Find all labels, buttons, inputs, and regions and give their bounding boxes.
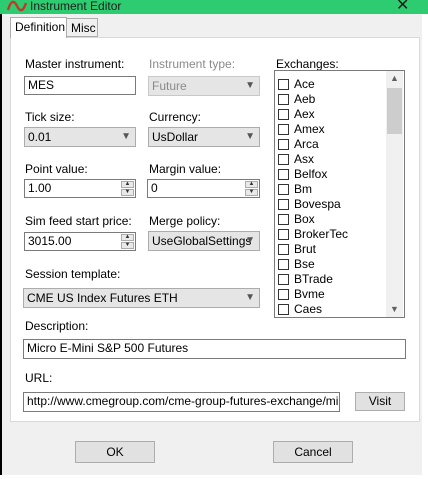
merge-policy-label: Merge policy: [149,214,221,228]
tick-size-label: Tick size: [25,110,75,124]
checkbox[interactable] [278,304,289,315]
point-value-stepper[interactable]: 1.00 ▲ ▼ [24,179,136,198]
exchange-item[interactable]: Amex [278,122,325,137]
session-template-label: Session template: [25,267,121,281]
margin-value-value: 0 [151,181,158,195]
merge-policy-value: UseGlobalSettings [152,234,252,248]
scroll-down-icon[interactable]: ▼ [386,302,403,317]
exchange-item[interactable]: Bse [278,257,315,272]
exchange-item[interactable]: Asx [278,152,314,167]
tick-size-select[interactable]: 0.01 ▼ [24,127,136,147]
bottom-margin [0,475,428,479]
checkbox[interactable] [278,169,289,180]
checkbox[interactable] [278,79,289,90]
chevron-down-icon: ▼ [245,131,255,142]
window-title: Instrument Editor [30,0,122,13]
tab-misc[interactable]: Misc [66,18,98,37]
sim-feed-start-price-value: 3015.00 [28,234,72,248]
checkbox[interactable] [278,229,289,240]
scroll-up-icon[interactable]: ▲ [386,71,403,86]
checkbox[interactable] [278,184,289,195]
cancel-button[interactable]: Cancel [273,441,353,463]
scrollbar-thumb[interactable] [387,88,402,134]
exchange-item[interactable]: Aeb [278,92,315,107]
checkbox[interactable] [278,214,289,225]
chevron-down-icon: ▼ [245,292,255,303]
checkbox[interactable] [278,244,289,255]
description-label: Description: [25,319,89,333]
description-input[interactable]: Micro E-Mini S&P 500 Futures [23,339,406,359]
instrument-type-select: Future ▼ [148,76,260,96]
exchange-item[interactable]: Ace [278,77,315,92]
margin-value-label: Margin value: [149,162,222,176]
exchange-item[interactable]: Aex [278,107,315,122]
checkbox[interactable] [278,124,289,135]
url-label: URL: [25,371,53,385]
increment-icon[interactable]: ▲ [121,234,134,241]
exchange-item[interactable]: Arca [278,137,319,152]
session-template-select[interactable]: CME US Index Futures ETH ▼ [23,288,260,308]
checkbox[interactable] [278,199,289,210]
checkbox[interactable] [278,109,289,120]
checkbox[interactable] [278,259,289,270]
exchange-item[interactable]: Bm [278,182,312,197]
increment-icon[interactable]: ▲ [245,181,258,188]
instrument-type-value: Future [152,79,187,93]
sim-feed-start-price-label: Sim feed start price: [25,214,132,228]
chevron-down-icon: ▼ [121,131,131,142]
point-value-label: Point value: [25,162,88,176]
decrement-icon[interactable]: ▼ [121,189,134,196]
margin-value-stepper[interactable]: 0 ▲ ▼ [147,179,260,198]
checkbox[interactable] [278,139,289,150]
checkbox[interactable] [278,274,289,285]
close-icon[interactable]: ✕ [396,0,409,14]
url-input[interactable]: http://www.cmegroup.com/cme-group-future… [23,392,340,412]
instrument-type-label: Instrument type: [149,57,236,71]
currency-label: Currency: [149,110,202,124]
decrement-icon[interactable]: ▼ [245,189,258,196]
exchange-item[interactable]: Brut [278,242,316,257]
decrement-icon[interactable]: ▼ [121,242,134,249]
exchanges-label: Exchanges: [276,57,339,71]
currency-value: UsDollar [152,130,199,144]
increment-icon[interactable]: ▲ [121,181,134,188]
master-instrument-label: Master instrument: [25,57,125,71]
session-template-value: CME US Index Futures ETH [27,291,178,305]
visit-button[interactable]: Visit [355,392,405,411]
exchange-item[interactable]: BrokerTec [278,227,348,242]
checkbox[interactable] [278,94,289,105]
checkbox[interactable] [278,154,289,165]
exchange-item[interactable]: Box [278,212,315,227]
sim-feed-start-price-stepper[interactable]: 3015.00 ▲ ▼ [24,232,136,251]
exchange-item[interactable]: Belfox [278,167,327,182]
exchanges-scrollbar[interactable]: ▲ ▼ [386,71,403,317]
checkbox[interactable] [278,289,289,300]
right-margin [422,14,428,479]
point-value-value: 1.00 [28,181,52,195]
exchange-item[interactable]: Bovespa [278,197,341,212]
exchange-item[interactable]: Bvme [278,287,325,302]
tick-size-value: 0.01 [28,130,52,144]
ok-button[interactable]: OK [75,441,155,463]
exchange-item[interactable]: BTrade [278,272,333,287]
tab-definition[interactable]: Definition [10,17,67,38]
master-instrument-input[interactable]: MES [24,76,136,95]
chevron-down-icon: ▼ [245,80,255,91]
left-edge [0,0,2,479]
currency-select[interactable]: UsDollar ▼ [148,127,260,147]
instrument-logo-icon [6,0,28,12]
chevron-down-icon: ▼ [245,235,255,246]
exchange-item[interactable]: Caes [278,302,322,317]
merge-policy-select[interactable]: UseGlobalSettings ▼ [148,231,260,251]
